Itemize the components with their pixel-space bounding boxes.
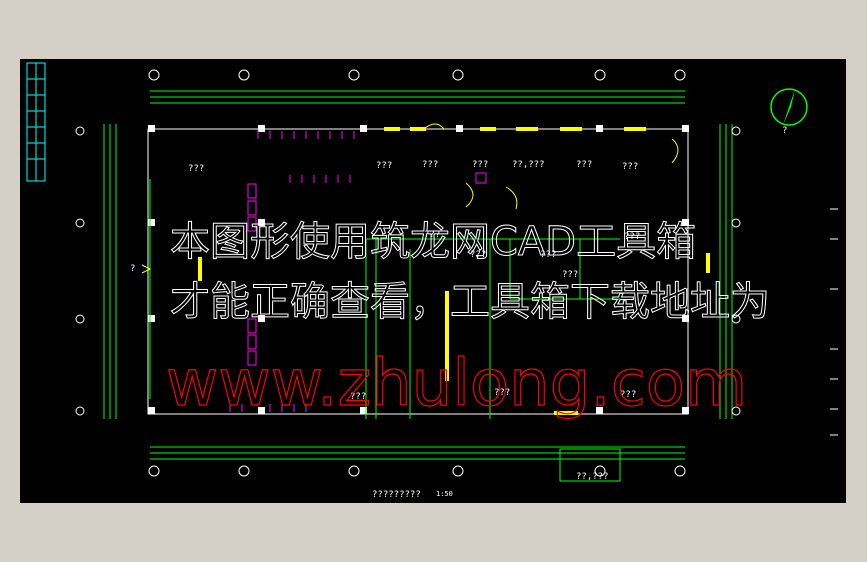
room-label: ??? <box>576 160 592 170</box>
title-block: ????????? 1:50 <box>372 490 453 500</box>
room-label: ??? <box>622 162 638 172</box>
room-label: ??? <box>376 161 392 171</box>
drawing-title: ????????? <box>372 490 421 500</box>
north-label: ? <box>782 126 787 136</box>
watermark-line-2: 才能正确查看，工具箱下载地址为 <box>170 279 770 325</box>
top-dimension-lines <box>150 90 685 104</box>
watermark-line-1: 本图形使用筑龙网CAD工具箱 <box>170 219 696 265</box>
watermark: 本图形使用筑龙网CAD工具箱 才能正确查看，工具箱下载地址为 www.zhulo… <box>165 219 770 422</box>
room-label: ??,??? <box>512 160 545 170</box>
room-label: ??? <box>472 160 488 170</box>
cad-drawing-canvas[interactable]: ? ??? ??? ??? ??? ??? ??? ??? ??? ??? ??… <box>20 59 846 503</box>
top-axis-bubbles <box>148 69 686 81</box>
magenta-stacks <box>247 172 487 366</box>
floor-plan-svg: ? ??? ??? ??? ??? ??? ??? ??? ??? ??? ??… <box>26 62 838 500</box>
right-annotation-stack <box>830 208 838 436</box>
legend-table <box>26 62 46 182</box>
watermark-url: www.zhulong.com <box>166 347 747 421</box>
side-label: ? <box>130 264 135 274</box>
north-arrow-icon: ? <box>770 88 808 136</box>
room-label: ??? <box>422 160 438 170</box>
room-label: ??? <box>188 164 204 174</box>
room-label: ??,??? <box>576 472 609 482</box>
drawing-scale: 1:50 <box>436 490 453 498</box>
